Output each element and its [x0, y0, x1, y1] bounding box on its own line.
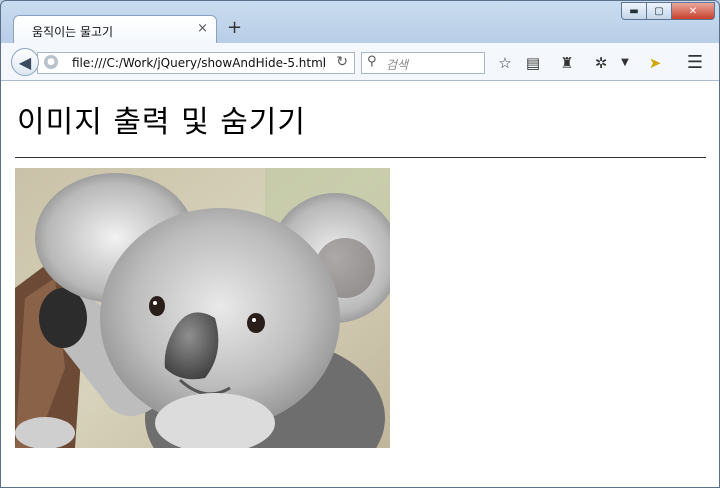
- search-icon: ⚲: [367, 54, 377, 69]
- url-bar[interactable]: ● file:///C:/Work/jQuery/showAndHide-5.h…: [37, 52, 355, 74]
- search-bar[interactable]: ⚲ 검색: [361, 52, 485, 74]
- back-button[interactable]: ◀: [11, 48, 39, 76]
- addon-icon[interactable]: ✲: [591, 53, 611, 73]
- horizontal-rule: [15, 157, 706, 158]
- dropdown-arrow-icon[interactable]: ▼: [615, 53, 635, 73]
- browser-window: 움직이는 물고기 × + ▬ ▢ ✕ ● file:///C:/Work/jQu…: [0, 0, 720, 488]
- pointer-icon[interactable]: ➤: [645, 53, 665, 73]
- minimize-button[interactable]: ▬: [621, 2, 647, 20]
- url-divider: [323, 56, 324, 70]
- back-arrow-icon: ◀: [18, 52, 32, 72]
- reading-list-icon[interactable]: ▤: [523, 53, 543, 73]
- maximize-button[interactable]: ▢: [646, 2, 672, 20]
- extension-icon[interactable]: ♜: [557, 53, 577, 73]
- globe-icon: ●: [44, 55, 58, 69]
- close-button[interactable]: ✕: [671, 2, 715, 20]
- nav-toolbar: ● file:///C:/Work/jQuery/showAndHide-5.h…: [1, 43, 719, 81]
- page-content: 이미지 출력 및 숨기기: [1, 81, 719, 487]
- reload-icon[interactable]: ↻: [336, 54, 348, 70]
- tab-strip: 움직이는 물고기 × + ▬ ▢ ✕: [1, 1, 719, 43]
- tab-title: 움직이는 물고기: [32, 25, 114, 39]
- window-controls: ▬ ▢ ✕: [621, 2, 715, 20]
- search-placeholder: 검색: [386, 58, 409, 72]
- tab-close-icon[interactable]: ×: [197, 21, 208, 36]
- bookmark-star-icon[interactable]: ☆: [495, 53, 515, 73]
- menu-icon[interactable]: ☰: [685, 53, 705, 73]
- tab-active[interactable]: 움직이는 물고기 ×: [13, 15, 217, 43]
- new-tab-icon[interactable]: +: [227, 17, 242, 38]
- page-title: 이미지 출력 및 숨기기: [17, 105, 307, 140]
- koala-image: [15, 168, 390, 448]
- url-text[interactable]: file:///C:/Work/jQuery/showAndHide-5.htm…: [72, 56, 326, 70]
